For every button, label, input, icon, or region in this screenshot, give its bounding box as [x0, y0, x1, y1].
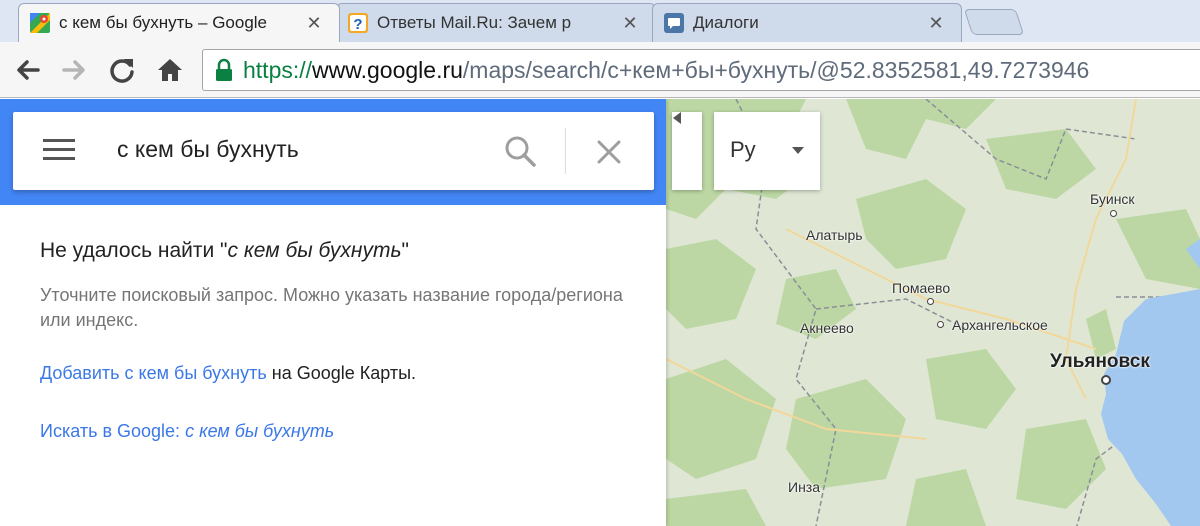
- map-marker: [1101, 375, 1111, 385]
- tab-title: Диалоги: [693, 13, 759, 32]
- url-scheme: https://: [243, 56, 313, 83]
- tab-dialogs[interactable]: Диалоги ✕: [652, 3, 962, 42]
- url-text: https://www.google.ru/maps/search/с+кем+…: [243, 57, 1089, 84]
- not-found-query: с кем бы бухнуть: [227, 239, 402, 262]
- map-label-ulyanovsk[interactable]: Ульяновск: [1050, 351, 1150, 373]
- tab-mail-ru[interactable]: ? Ответы Mail.Ru: Зачем р ✕: [336, 3, 656, 42]
- arrow-left-icon: [17, 60, 40, 80]
- page-content: Буинск Алатырь Помаево Акнеево Архангель…: [0, 99, 1200, 526]
- url-host: www.google.ru: [312, 56, 463, 83]
- search-panel: с кем бы бухнуть Не удалось найти "с кем…: [0, 99, 666, 526]
- menu-icon[interactable]: [43, 139, 75, 163]
- chevron-left-icon: [673, 112, 681, 124]
- search-input[interactable]: с кем бы бухнуть: [117, 136, 299, 163]
- map-marker: [927, 298, 934, 305]
- question-icon: ?: [347, 12, 369, 34]
- new-tab-button[interactable]: [963, 9, 1025, 35]
- close-icon[interactable]: ✕: [619, 12, 641, 34]
- reload-icon: [110, 59, 134, 83]
- back-button[interactable]: [10, 52, 46, 88]
- search-hint: Уточните поисковый запрос. Можно указать…: [40, 285, 623, 330]
- search-box[interactable]: с кем бы бухнуть: [13, 112, 654, 190]
- map-marker: [937, 321, 944, 328]
- not-found-title: Не удалось найти "с кем бы бухнуть": [40, 239, 409, 262]
- arrow-right-icon: [62, 60, 85, 80]
- collapse-panel-button[interactable]: [672, 112, 702, 190]
- language-label: Ру: [730, 137, 756, 162]
- add-place-suffix: на Google Карты.: [266, 363, 417, 383]
- caret-down-icon: [792, 147, 804, 154]
- search-google-line[interactable]: Искать в Google: с кем бы бухнуть: [40, 421, 334, 442]
- tab-title: с кем бы бухнуть – Google: [59, 13, 268, 32]
- map-label-alatyr[interactable]: Алатырь: [806, 227, 863, 243]
- search-icon[interactable]: [503, 134, 537, 168]
- search-divider: [565, 128, 566, 174]
- browser-toolbar: https://www.google.ru/maps/search/с+кем+…: [0, 42, 1200, 98]
- search-google-query: с кем бы бухнуть: [185, 421, 335, 441]
- map-label-akneevo[interactable]: Акнеево: [800, 320, 854, 336]
- forward-button[interactable]: [56, 52, 92, 88]
- map-marker: [1110, 210, 1117, 217]
- home-button[interactable]: [152, 52, 188, 88]
- add-place-line: Добавить с кем бы бухнуть на Google Карт…: [40, 363, 416, 384]
- map-label-buinsk[interactable]: Буинск: [1090, 191, 1135, 207]
- search-google-link[interactable]: Искать в Google: с кем бы бухнуть: [40, 421, 334, 441]
- map-label-pomaevo[interactable]: Помаево: [892, 280, 950, 296]
- url-path: /maps/search/с+кем+бы+бухнуть/@52.835258…: [462, 56, 1090, 83]
- map-label-inza[interactable]: Инза: [788, 479, 820, 495]
- svg-text:?: ?: [353, 16, 362, 33]
- home-icon: [158, 59, 182, 81]
- map-label-arkhangelskoe[interactable]: Архангельское: [952, 317, 1048, 333]
- address-bar[interactable]: https://www.google.ru/maps/search/с+кем+…: [202, 49, 1200, 91]
- tab-strip: с кем бы бухнуть – Google ✕ ? Ответы Mai…: [0, 0, 1200, 42]
- chat-icon: [663, 12, 685, 34]
- add-place-link[interactable]: Добавить с кем бы бухнуть: [40, 363, 267, 383]
- tab-title: Ответы Mail.Ru: Зачем р: [377, 13, 572, 32]
- panel-header: с кем бы бухнуть: [0, 99, 666, 205]
- close-icon[interactable]: ✕: [303, 12, 325, 34]
- close-icon[interactable]: [593, 136, 625, 168]
- lock-icon: [216, 58, 232, 81]
- map-canvas[interactable]: Буинск Алатырь Помаево Акнеево Архангель…: [666, 99, 1200, 526]
- close-icon[interactable]: ✕: [925, 12, 947, 34]
- language-select[interactable]: Ру: [714, 112, 820, 190]
- google-maps-icon: [29, 12, 51, 34]
- tab-google-maps[interactable]: с кем бы бухнуть – Google ✕: [18, 3, 340, 42]
- reload-button[interactable]: [104, 52, 140, 88]
